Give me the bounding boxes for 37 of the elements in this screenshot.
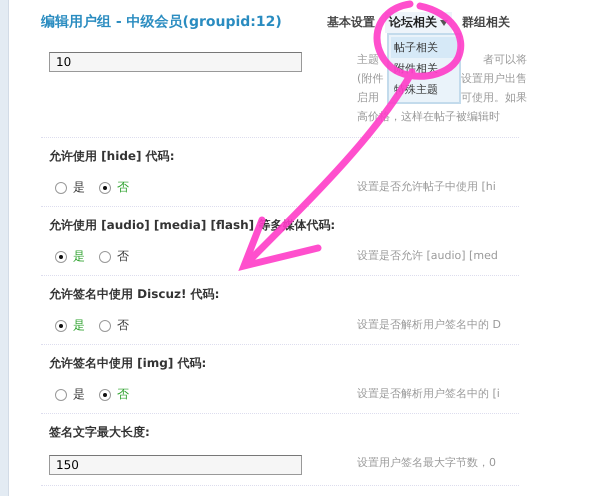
- setting-label: 允许签名中使用 [img] 代码:: [49, 355, 208, 372]
- option-label: 否: [117, 179, 129, 196]
- option-label: 否: [117, 248, 129, 265]
- radio-button[interactable]: [55, 250, 67, 262]
- option-label: 是: [73, 248, 85, 265]
- input-field[interactable]: 150: [49, 455, 302, 475]
- radio-button[interactable]: [55, 320, 67, 332]
- radio-button[interactable]: [99, 320, 111, 332]
- setting-description: 设置是否解析用户签名中的 D: [357, 317, 501, 333]
- menu-item[interactable]: 帖子相关: [391, 37, 457, 58]
- radio-button[interactable]: [55, 388, 67, 400]
- radio-button[interactable]: [55, 182, 67, 194]
- setting-description: 可使用。如果: [461, 90, 527, 106]
- setting-description: 设置是否解析用户签名中的 [i: [357, 386, 500, 402]
- option-label: 是: [73, 179, 85, 196]
- tab[interactable]: 基本设置: [323, 12, 379, 32]
- setting-description: 主题: [357, 52, 379, 68]
- setting-label: 允许使用 [hide] 代码:: [49, 148, 176, 165]
- option-label: 是: [73, 317, 85, 334]
- option-label: 否: [117, 386, 129, 403]
- setting-description: 者可以将: [483, 52, 527, 68]
- radio-button[interactable]: [99, 250, 111, 262]
- radio-button[interactable]: [99, 182, 111, 194]
- setting-description: (附件: [357, 71, 384, 87]
- setting-description: 设置是否允许帖子中使用 [hi: [357, 179, 496, 195]
- setting-label: 签名文字最大长度:: [49, 424, 151, 441]
- option-label: 否: [117, 317, 129, 334]
- setting-description: 设置用户出售: [461, 71, 527, 87]
- option-label: 是: [73, 386, 85, 403]
- setting-description: 设置用户签名最大字节数，0: [357, 455, 496, 471]
- page-title: 编辑用户组 - 中级会员(groupid:12): [41, 13, 283, 31]
- setting-description: 设置是否允许 [audio] [med: [357, 248, 498, 264]
- input-field[interactable]: 10: [49, 52, 302, 72]
- setting-label: 允许签名中使用 Discuz! 代码:: [49, 286, 220, 303]
- radio-button[interactable]: [99, 388, 111, 400]
- tab[interactable]: 群组相关: [458, 12, 514, 32]
- setting-description: 启用: [357, 90, 379, 106]
